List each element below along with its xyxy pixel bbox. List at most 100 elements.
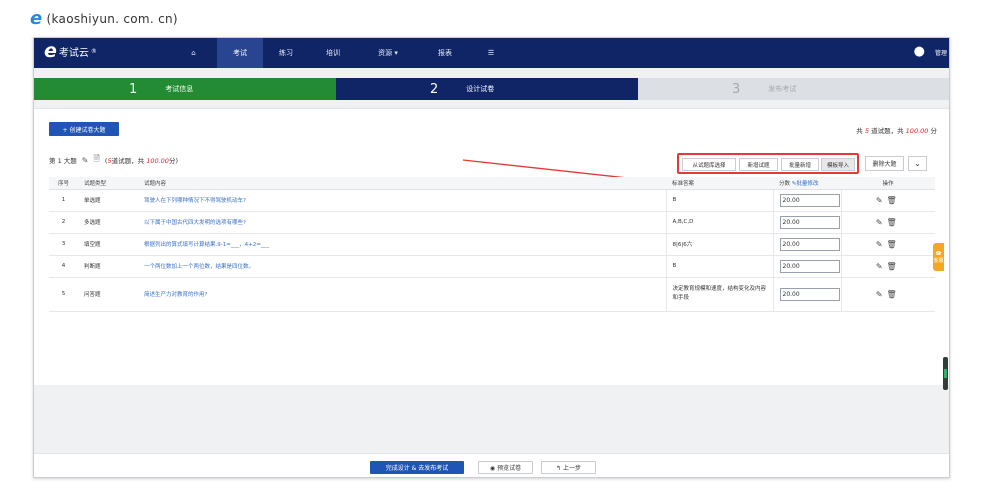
- cell-ops: ✎🗑: [841, 233, 935, 256]
- total-mid: 道试题，共: [871, 127, 904, 135]
- col-header-no: 序号: [49, 177, 78, 190]
- cell-ops: ✎🗑: [841, 277, 935, 312]
- summary-mid: 道试题，共: [111, 157, 145, 165]
- section-score: 100.00: [146, 157, 169, 165]
- select-from-bank-button[interactable]: 从试题库选择: [682, 158, 736, 171]
- finish-and-publish-button[interactable]: 完成设计 & 去发布考试: [370, 461, 464, 474]
- total-prefix: 共: [856, 127, 863, 135]
- col-header-answer: 标准答案: [666, 177, 773, 190]
- cell-no: 4: [49, 255, 78, 278]
- trash-icon[interactable]: 🗑: [887, 290, 901, 299]
- nav-home-icon[interactable]: ⌂: [170, 38, 217, 68]
- step-publish-exam[interactable]: 3 发布考试: [638, 78, 949, 100]
- logo-e-icon: e: [44, 40, 57, 62]
- template-import-button[interactable]: 模板导入: [821, 158, 855, 171]
- nav-more-menu-icon[interactable]: ☰: [471, 38, 511, 68]
- col-header-content: 试题内容: [138, 177, 666, 190]
- score-header-label: 分数: [779, 180, 791, 187]
- add-question-button[interactable]: 新增试题: [739, 158, 778, 171]
- pencil-icon[interactable]: ✎: [82, 156, 89, 165]
- paper-design-panel: + 创建试卷大题 共 5 道试题，共 100.00 分 第 1 大题 ✎ 🗎 (…: [34, 108, 949, 385]
- score-input[interactable]: [779, 215, 840, 229]
- nav-item-resources[interactable]: 资源 ▾: [357, 38, 419, 68]
- edit-icon[interactable]: ✎: [876, 240, 887, 249]
- summary-close: 分): [168, 157, 178, 165]
- customer-service-tab[interactable]: ☎ 客服: [933, 243, 944, 271]
- screenshot-canvas: e (kaoshiyun. com. cn) e 考试云 ® ⌂ 考试 练习 培…: [0, 0, 1002, 495]
- user-circle-icon[interactable]: ●: [914, 44, 925, 59]
- logo-registered-mark: ®: [90, 48, 97, 55]
- edit-icon[interactable]: ✎: [876, 262, 887, 271]
- score-input[interactable]: [779, 259, 840, 273]
- cell-content-link[interactable]: 驾驶人在下列哪种情况下不得驾驶机动车?: [138, 189, 666, 212]
- batch-edit-link[interactable]: ✎批量修改: [792, 181, 819, 187]
- cell-no: 3: [49, 233, 78, 256]
- cell-ops: ✎🗑: [841, 211, 935, 234]
- step-label: 设计试卷: [466, 85, 495, 93]
- customer-service-label: 客服: [933, 257, 944, 264]
- cell-content-link[interactable]: 简述生产力对教育的作用?: [138, 277, 666, 312]
- step-number: 3: [732, 81, 741, 97]
- table-row: 5 问答题 简述生产力对教育的作用? 决定教育规模和速度，结构变化及内容和手段 …: [49, 277, 935, 312]
- logo-name: 考试云: [58, 48, 89, 59]
- batch-edit-label: 批量修改: [796, 180, 819, 187]
- trash-icon[interactable]: 🗑: [887, 240, 901, 249]
- nav-item-exam[interactable]: 考试: [217, 38, 263, 68]
- cell-content-link[interactable]: 一个两位数加上一个两位数，结果是四位数。: [138, 255, 666, 278]
- table-row: 3 填空题 根据列出的算式填写计算结果.9-1=___，4+2=___ 8|6|…: [49, 233, 935, 256]
- cell-score: [773, 255, 842, 278]
- trash-icon[interactable]: 🗑: [887, 262, 901, 271]
- delete-section-button[interactable]: 删除大题: [865, 156, 904, 171]
- site-caption: e (kaoshiyun. com. cn): [30, 10, 178, 28]
- create-section-button[interactable]: + 创建试卷大题: [49, 122, 119, 136]
- cell-no: 5: [49, 277, 78, 312]
- cell-answer: 8|6|6六: [665, 233, 774, 256]
- nav-item-training[interactable]: 培训: [309, 38, 357, 68]
- edit-icon[interactable]: ✎: [876, 196, 887, 205]
- table-row: 1 单选题 驾驶人在下列哪种情况下不得驾驶机动车? B ✎🗑: [49, 189, 935, 212]
- collapse-chevron-icon[interactable]: ⌄: [908, 156, 927, 171]
- total-suffix: 分: [930, 127, 938, 135]
- step-label: 考试信息: [165, 85, 194, 93]
- cell-ops: ✎🗑: [841, 189, 935, 212]
- cell-score: [773, 189, 842, 212]
- trash-icon[interactable]: 🗑: [887, 196, 901, 205]
- cell-score: [773, 233, 842, 256]
- score-input[interactable]: [779, 193, 840, 207]
- nav-item-practice[interactable]: 练习: [263, 38, 309, 68]
- cell-type: 问答题: [78, 277, 138, 312]
- nav-admin-link[interactable]: 管理: [935, 48, 947, 57]
- cell-answer: A,B,C,D: [665, 211, 774, 234]
- progress-steps: 1 考试信息 2 设计试卷 3 发布考试: [34, 78, 949, 100]
- batch-add-button[interactable]: 批量新增: [781, 158, 819, 171]
- nav-item-reports[interactable]: 报表: [419, 38, 471, 68]
- cell-type: 单选题: [78, 189, 138, 212]
- kaoshiyun-logo-icon: e: [30, 8, 43, 29]
- step-exam-info[interactable]: 1 考试信息: [34, 78, 336, 100]
- score-input[interactable]: [779, 237, 840, 251]
- cell-no: 2: [49, 211, 78, 234]
- site-caption-text: (kaoshiyun. com. cn): [46, 12, 178, 26]
- document-icon[interactable]: 🗎: [93, 153, 99, 167]
- side-panel-handle[interactable]: [943, 357, 948, 390]
- paper-total-summary: 共 5 道试题，共 100.00 分: [856, 125, 937, 135]
- score-input[interactable]: [779, 287, 840, 301]
- step-design-paper[interactable]: 2 设计试卷: [336, 78, 638, 100]
- app-logo[interactable]: e 考试云 ®: [44, 42, 97, 61]
- preview-paper-button[interactable]: ◉ 预览试卷: [478, 461, 533, 474]
- trash-icon[interactable]: 🗑: [887, 218, 901, 227]
- step-number: 1: [129, 81, 138, 97]
- table-header-row: 序号 试题类型 试题内容 标准答案 分数 ✎批量修改 操作: [49, 177, 935, 190]
- edit-icon[interactable]: ✎: [876, 290, 887, 299]
- previous-step-button[interactable]: ↰ 上一步: [541, 461, 596, 474]
- cell-content-link[interactable]: 根据列出的算式填写计算结果.9-1=___，4+2=___: [138, 233, 666, 256]
- total-score: 100.00: [905, 127, 929, 135]
- cell-score: [773, 277, 842, 312]
- cell-ops: ✎🗑: [841, 255, 935, 278]
- section-actions-highlight: 从试题库选择 新增试题 批量新增 模板导入: [677, 153, 859, 174]
- step-label: 发布考试: [768, 85, 797, 93]
- edit-icon[interactable]: ✎: [876, 218, 887, 227]
- table-row: 4 判断题 一个两位数加上一个两位数，结果是四位数。 B ✎🗑: [49, 255, 935, 278]
- cell-content-link[interactable]: 以下属于中国古代四大发明的选项有哪些?: [138, 211, 666, 234]
- cell-answer: B: [665, 189, 774, 212]
